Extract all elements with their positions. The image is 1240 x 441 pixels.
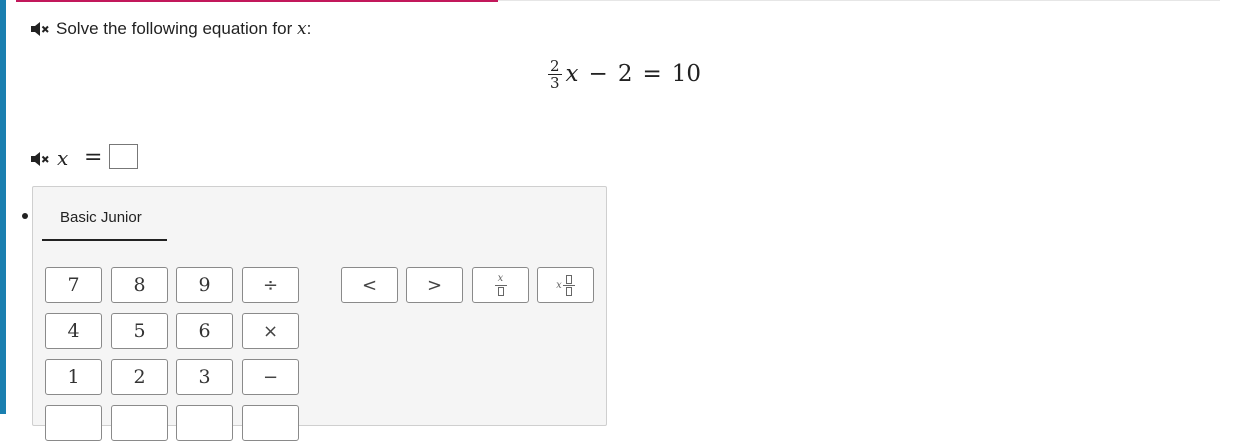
left-accent-bar <box>0 0 6 414</box>
key-9[interactable]: 9 <box>176 267 233 303</box>
key-1[interactable]: 1 <box>45 359 102 395</box>
key-minus[interactable]: − <box>242 359 299 395</box>
key-row4-col4[interactable] <box>242 405 299 441</box>
answer-variable: x <box>57 146 69 170</box>
fraction-template-icon: x <box>494 273 507 296</box>
prompt-variable: x <box>297 19 307 39</box>
fraction-denominator: 3 <box>548 73 562 92</box>
key-row4-col1[interactable] <box>45 405 102 441</box>
list-bullet <box>22 213 28 219</box>
key-8[interactable]: 8 <box>111 267 168 303</box>
equation-result: 10 <box>671 61 702 87</box>
key-cursor-left[interactable]: < <box>341 267 398 303</box>
equation-fraction: 2 3 <box>548 58 562 91</box>
equation-variable: x <box>565 61 579 87</box>
prompt-text: Solve the following equation for x: <box>56 18 311 40</box>
active-tab-underline <box>42 239 167 241</box>
equation-equals: = <box>642 61 662 87</box>
equation-constant: 2 <box>617 61 633 87</box>
speaker-mute-icon[interactable] <box>30 21 50 37</box>
key-6[interactable]: 6 <box>176 313 233 349</box>
equation: 2 3 x − 2 = 10 <box>548 54 701 94</box>
key-5[interactable]: 5 <box>111 313 168 349</box>
progress-bar <box>16 0 498 2</box>
key-mixed-fraction-template[interactable]: x <box>537 267 594 303</box>
speaker-mute-icon[interactable] <box>30 151 50 167</box>
key-row4-col3[interactable] <box>176 405 233 441</box>
tab-basic-junior[interactable]: Basic Junior <box>60 209 142 226</box>
answer-equals: = <box>84 145 103 170</box>
prompt-label: Solve the following equation for <box>56 19 297 38</box>
mixed-template-var: x <box>556 279 562 291</box>
key-4[interactable]: 4 <box>45 313 102 349</box>
equation-minus: − <box>588 61 608 87</box>
key-cursor-right[interactable]: > <box>406 267 463 303</box>
mixed-fraction-template-icon: x <box>556 274 575 296</box>
key-3[interactable]: 3 <box>176 359 233 395</box>
key-multiply[interactable]: × <box>242 313 299 349</box>
key-row4-col2[interactable] <box>111 405 168 441</box>
key-2[interactable]: 2 <box>111 359 168 395</box>
math-keypad: Basic Junior 7 8 9 ÷ 4 5 6 × 1 2 3 − < >… <box>32 186 607 441</box>
fraction-numerator: 2 <box>550 56 560 75</box>
key-7[interactable]: 7 <box>45 267 102 303</box>
fraction-template-var: x <box>497 273 504 284</box>
key-divide[interactable]: ÷ <box>242 267 299 303</box>
key-fraction-template[interactable]: x <box>472 267 529 303</box>
prompt-suffix: : <box>306 19 312 38</box>
answer-input[interactable] <box>109 144 138 169</box>
